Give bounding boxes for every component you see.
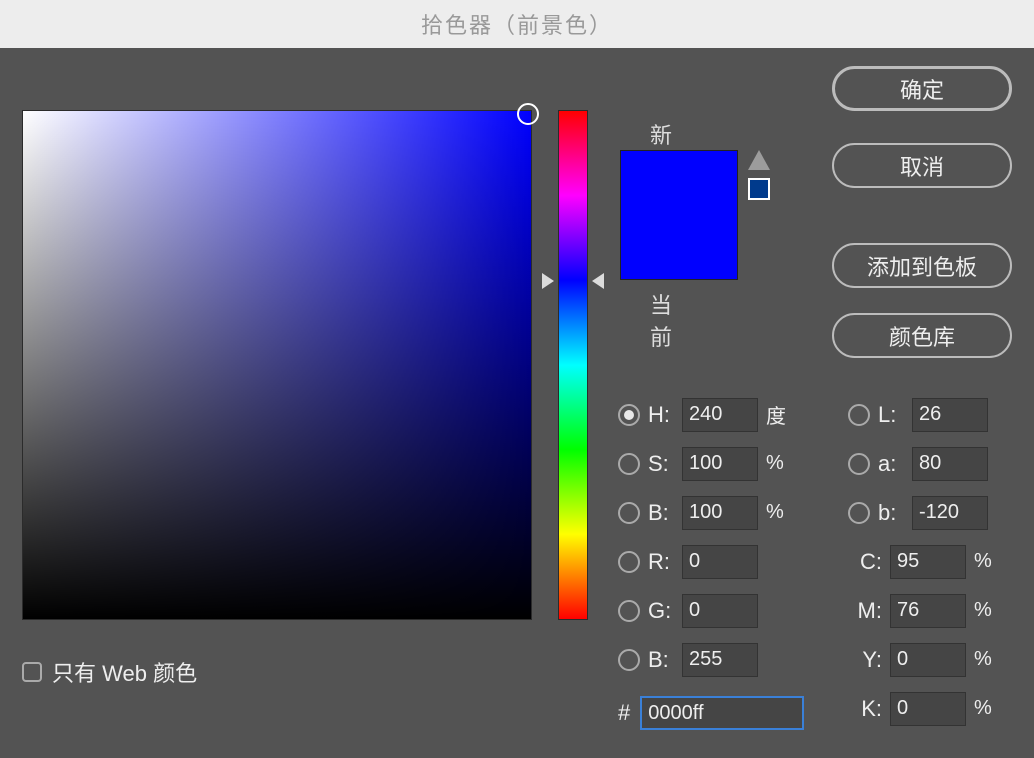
- web-colors-checkbox[interactable]: [22, 662, 42, 682]
- unit-y: %: [974, 648, 1004, 671]
- label-l: L:: [878, 402, 912, 428]
- radio-h[interactable]: [618, 404, 640, 426]
- row-h: H: 度: [618, 390, 796, 439]
- label-y: Y:: [848, 647, 882, 673]
- row-s: S: %: [618, 439, 796, 488]
- input-hex[interactable]: [640, 696, 804, 730]
- unit-m: %: [974, 599, 1004, 622]
- window-titlebar: 拾色器（前景色）: [0, 0, 1034, 48]
- hue-handle-left-icon[interactable]: [542, 273, 554, 289]
- label-s: S:: [648, 451, 682, 477]
- row-m: M: %: [848, 586, 1026, 635]
- input-c[interactable]: [890, 545, 966, 579]
- row-r: R:: [618, 537, 796, 586]
- row-k: K: %: [848, 684, 1026, 733]
- label-b: b:: [878, 500, 912, 526]
- input-bv[interactable]: [682, 496, 758, 530]
- hex-row: #: [618, 696, 804, 730]
- input-b[interactable]: [912, 496, 988, 530]
- radio-bc[interactable]: [618, 649, 640, 671]
- unit-s: %: [766, 452, 796, 475]
- current-color-label: 当前: [650, 288, 672, 352]
- label-r: R:: [648, 549, 682, 575]
- hue-slider[interactable]: [558, 110, 588, 620]
- label-bc: B:: [648, 647, 682, 673]
- unit-c: %: [974, 550, 1004, 573]
- input-s[interactable]: [682, 447, 758, 481]
- label-m: M:: [848, 598, 882, 624]
- radio-a[interactable]: [848, 453, 870, 475]
- hue-handle-right-icon[interactable]: [592, 273, 604, 289]
- row-a: a:: [848, 439, 1026, 488]
- gamut-warning-icon[interactable]: [748, 150, 770, 170]
- radio-s[interactable]: [618, 453, 640, 475]
- label-bv: B:: [648, 500, 682, 526]
- label-a: a:: [878, 451, 912, 477]
- radio-b[interactable]: [848, 502, 870, 524]
- radio-bv[interactable]: [618, 502, 640, 524]
- unit-k: %: [974, 697, 1004, 720]
- input-bc[interactable]: [682, 643, 758, 677]
- web-colors-only-option[interactable]: 只有 Web 颜色: [22, 656, 197, 688]
- row-bv: B: %: [618, 488, 796, 537]
- input-g[interactable]: [682, 594, 758, 628]
- input-y[interactable]: [890, 643, 966, 677]
- input-r[interactable]: [682, 545, 758, 579]
- input-k[interactable]: [890, 692, 966, 726]
- row-c: C: %: [848, 537, 1026, 586]
- unit-bv: %: [766, 501, 796, 524]
- add-to-swatches-button[interactable]: 添加到色板: [832, 243, 1012, 288]
- row-bc: B:: [618, 635, 796, 684]
- lab-cmyk-column: L: a: b: C: % M: % Y: %: [848, 390, 1026, 733]
- new-current-swatch[interactable]: [620, 150, 738, 280]
- radio-g[interactable]: [618, 600, 640, 622]
- label-h: H:: [648, 402, 682, 428]
- input-a[interactable]: [912, 447, 988, 481]
- cancel-button[interactable]: 取消: [832, 143, 1012, 188]
- label-k: K:: [848, 696, 882, 722]
- color-libraries-button[interactable]: 颜色库: [832, 313, 1012, 358]
- row-b: b:: [848, 488, 1026, 537]
- web-colors-label: 只有 Web 颜色: [52, 656, 197, 688]
- window-title: 拾色器（前景色）: [421, 8, 613, 40]
- input-m[interactable]: [890, 594, 966, 628]
- input-h[interactable]: [682, 398, 758, 432]
- radio-l[interactable]: [848, 404, 870, 426]
- label-g: G:: [648, 598, 682, 624]
- hex-label: #: [618, 700, 630, 726]
- row-y: Y: %: [848, 635, 1026, 684]
- ok-button[interactable]: 确定: [832, 66, 1012, 111]
- label-c: C:: [848, 549, 882, 575]
- row-l: L:: [848, 390, 1026, 439]
- gamut-corrected-swatch[interactable]: [748, 178, 770, 200]
- saturation-brightness-field[interactable]: [22, 110, 532, 620]
- radio-r[interactable]: [618, 551, 640, 573]
- color-field-cursor[interactable]: [517, 103, 539, 125]
- unit-h: 度: [766, 400, 796, 429]
- color-picker-panel: 新的 当前 确定 取消 添加到色板 颜色库 只有 Web 颜色 H: 度 S: …: [0, 48, 1034, 758]
- hsb-rgb-column: H: 度 S: % B: % R: G:: [618, 390, 796, 684]
- input-l[interactable]: [912, 398, 988, 432]
- row-g: G:: [618, 586, 796, 635]
